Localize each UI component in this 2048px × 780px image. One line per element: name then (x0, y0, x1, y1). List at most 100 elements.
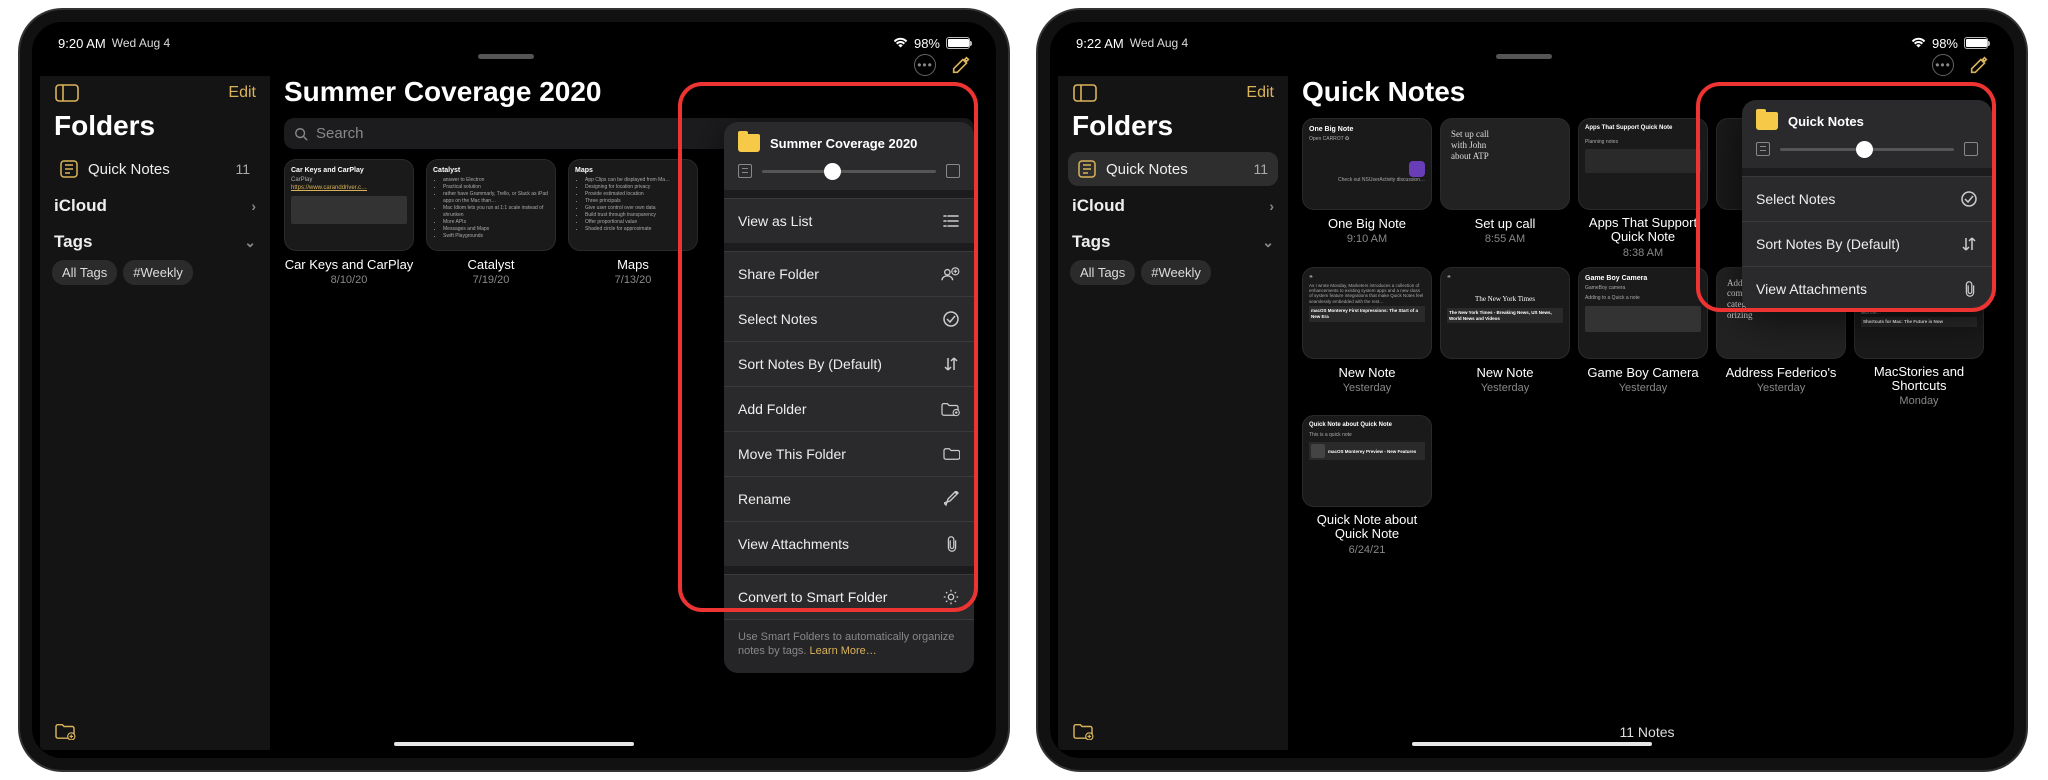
chevron-down-icon: ⌄ (244, 234, 256, 251)
main-panel: Summer Coverage 2020 Search Car Keys and… (270, 76, 988, 750)
sidebar-toggle-icon[interactable] (54, 82, 80, 104)
list-icon (940, 211, 960, 231)
menu-move-folder[interactable]: Move This Folder (724, 431, 974, 476)
tags-section[interactable]: Tags⌄ (1068, 222, 1278, 258)
folder-count: 11 (235, 161, 250, 177)
tag-weekly[interactable]: #Weekly (1141, 260, 1211, 285)
grid-small-icon (1756, 142, 1770, 156)
thumbnail-size-slider[interactable] (762, 170, 936, 173)
icloud-section[interactable]: iCloud› (1068, 186, 1278, 222)
folder-options-popover: Quick Notes Select Notes Sort Notes By (… (1742, 100, 1992, 311)
search-icon (294, 127, 308, 141)
note-card[interactable]: ❝The New York TimesThe New York Times - … (1440, 267, 1570, 408)
gear-icon (940, 587, 960, 607)
battery-icon (1964, 37, 1988, 49)
menu-view-as-list[interactable]: View as List (724, 198, 974, 243)
home-indicator[interactable] (1412, 742, 1652, 746)
folder-icon (940, 444, 960, 464)
folder-count: 11 (1253, 161, 1268, 177)
status-bar: 9:22 AM Wed Aug 4 98% (1058, 30, 2006, 54)
paperclip-icon (1958, 279, 1978, 299)
sidebar-item-label: Quick Notes (1106, 161, 1188, 178)
sidebar-item-label: Quick Notes (88, 161, 170, 178)
note-card[interactable]: Game Boy CameraGameBoy cameraAdding to a… (1578, 267, 1708, 408)
sidebar-item-quick-notes[interactable]: Quick Notes 11 (50, 152, 260, 186)
pencil-icon (940, 489, 960, 509)
note-card[interactable]: Set up callwith Johnabout ATPSet up call… (1440, 118, 1570, 259)
menu-sort-notes[interactable]: Sort Notes By (Default) (1742, 221, 1992, 266)
sidebar: Edit Folders Quick Notes 11 iCloud› Tags… (40, 76, 270, 750)
home-indicator[interactable] (394, 742, 634, 746)
chevron-right-icon: › (1269, 198, 1274, 214)
status-bar: 9:20 AM Wed Aug 4 98% (40, 30, 988, 54)
menu-add-folder[interactable]: Add Folder (724, 386, 974, 431)
sidebar-toggle-icon[interactable] (1072, 82, 1098, 104)
tag-all[interactable]: All Tags (52, 260, 117, 285)
thumbnail-size-slider[interactable] (1780, 148, 1954, 151)
checkmark-circle-icon (1958, 189, 1978, 209)
sidebar: Edit Folders Quick Notes 11 iCloud› Tags… (1058, 76, 1288, 750)
popover-footer: Use Smart Folders to automatically organ… (724, 619, 974, 673)
wifi-icon (893, 37, 908, 49)
share-icon (940, 264, 960, 284)
more-button[interactable]: ••• (914, 54, 936, 76)
edit-button[interactable]: Edit (228, 84, 256, 102)
note-card[interactable]: Catalystanswer to ElectronPractical solu… (426, 159, 556, 286)
menu-convert-smart-folder[interactable]: Convert to Smart Folder (724, 574, 974, 619)
paperclip-icon (940, 534, 960, 554)
ipad-right: 9:22 AM Wed Aug 4 98% ••• Edit Folders Q… (1038, 10, 2026, 770)
menu-rename[interactable]: Rename (724, 476, 974, 521)
note-card[interactable]: Car Keys and CarPlayCarPlayhttps://www.c… (284, 159, 414, 286)
icloud-section[interactable]: iCloud› (50, 186, 260, 222)
multitask-grabber[interactable] (478, 54, 534, 59)
note-card[interactable]: MapsApp Clips can be displayed from Ma…D… (568, 159, 698, 286)
tags-section[interactable]: Tags⌄ (50, 222, 260, 258)
new-folder-button[interactable] (1068, 712, 1278, 750)
ipad-left: 9:20 AM Wed Aug 4 98% ••• Edit Folders Q… (20, 10, 1008, 770)
status-date: Wed Aug 4 (112, 36, 171, 50)
folders-title: Folders (1068, 106, 1278, 152)
menu-sort-notes[interactable]: Sort Notes By (Default) (724, 341, 974, 386)
menu-select-notes[interactable]: Select Notes (724, 296, 974, 341)
sort-icon (940, 354, 960, 374)
tag-all[interactable]: All Tags (1070, 260, 1135, 285)
status-time: 9:22 AM (1076, 36, 1124, 51)
grid-large-icon (946, 164, 960, 178)
folders-title: Folders (50, 106, 260, 152)
compose-button[interactable] (1968, 54, 1990, 76)
menu-view-attachments[interactable]: View Attachments (724, 521, 974, 566)
quick-notes-icon (1078, 160, 1096, 178)
multitask-grabber[interactable] (1496, 54, 1552, 59)
status-time: 9:20 AM (58, 36, 106, 51)
more-button[interactable]: ••• (1932, 54, 1954, 76)
grid-small-icon (738, 164, 752, 178)
menu-select-notes[interactable]: Select Notes (1742, 176, 1992, 221)
chevron-right-icon: › (251, 198, 256, 214)
note-card[interactable]: Quick Note about Quick NoteThis is a qui… (1302, 415, 1432, 556)
popover-title: Quick Notes (1788, 114, 1864, 129)
folder-options-popover: Summer Coverage 2020 View as List Share … (724, 122, 974, 673)
learn-more-link[interactable]: Learn More… (810, 645, 877, 657)
grid-large-icon (1964, 142, 1978, 156)
folder-icon (1756, 112, 1778, 130)
wifi-icon (1911, 37, 1926, 49)
note-card[interactable]: Apps That Support Quick NotePlanning not… (1578, 118, 1708, 259)
main-panel: Quick Notes One Big NoteOpen CARROT ✪Che… (1288, 76, 2006, 750)
menu-view-attachments[interactable]: View Attachments (1742, 266, 1992, 311)
tag-weekly[interactable]: #Weekly (123, 260, 193, 285)
note-card[interactable]: ❝As I wrote Monday, Marketers introduces… (1302, 267, 1432, 408)
edit-button[interactable]: Edit (1246, 84, 1274, 102)
quick-notes-icon (60, 160, 78, 178)
sidebar-item-quick-notes[interactable]: Quick Notes 11 (1068, 152, 1278, 186)
new-folder-button[interactable] (50, 712, 260, 750)
sort-icon (1958, 234, 1978, 254)
folder-icon (738, 134, 760, 152)
status-date: Wed Aug 4 (1130, 36, 1189, 50)
battery-pct: 98% (1932, 36, 1958, 51)
battery-pct: 98% (914, 36, 940, 51)
checkmark-circle-icon (940, 309, 960, 329)
note-card[interactable]: One Big NoteOpen CARROT ✪Check out NSUse… (1302, 118, 1432, 259)
search-placeholder: Search (316, 125, 364, 142)
compose-button[interactable] (950, 54, 972, 76)
menu-share-folder[interactable]: Share Folder (724, 251, 974, 296)
